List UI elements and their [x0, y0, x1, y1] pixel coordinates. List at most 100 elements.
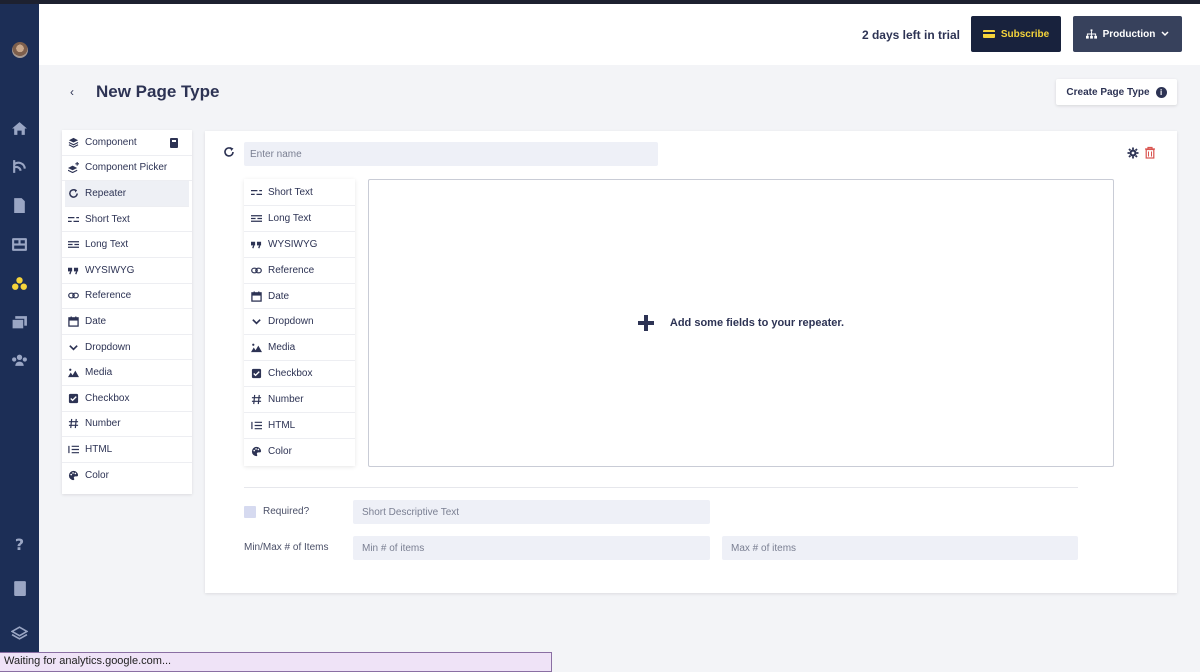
repeater-field-type-list: Short Text Long Text WYSIWYG Reference D… — [244, 179, 355, 466]
palette-icon — [68, 470, 79, 481]
repeater-name-input[interactable] — [244, 142, 658, 166]
components-panel: Component Component Picker Repeater Shor… — [62, 130, 192, 494]
component-item-label: Number — [85, 418, 121, 430]
short-text-icon — [68, 216, 79, 222]
component-item-media[interactable]: Media — [62, 360, 192, 386]
component-item-wysiwyg[interactable]: WYSIWYG — [62, 258, 192, 284]
field-type-checkbox[interactable]: Checkbox — [244, 361, 355, 388]
field-type-dropdown[interactable]: Dropdown — [244, 309, 355, 336]
layers-icon — [68, 137, 79, 148]
blog-icon[interactable] — [10, 157, 29, 176]
list-icon — [68, 445, 79, 454]
field-type-label: Media — [268, 342, 296, 354]
back-button[interactable]: ‹ — [70, 85, 74, 99]
trial-status: 2 days left in trial — [861, 28, 960, 42]
info-icon: i — [1155, 86, 1167, 98]
calendar-icon — [68, 316, 79, 327]
field-type-long-text[interactable]: Long Text — [244, 206, 355, 232]
field-type-html[interactable]: HTML — [244, 413, 355, 439]
page-icon[interactable] — [10, 196, 29, 215]
field-type-number[interactable]: Number — [244, 387, 355, 414]
component-item-reference[interactable]: Reference — [62, 284, 192, 310]
help-icon[interactable]: ? — [10, 534, 29, 553]
component-item-label: Color — [85, 470, 109, 482]
trash-icon[interactable] — [1144, 146, 1156, 159]
create-page-type-label: Create Page Type — [1066, 86, 1150, 98]
field-type-color[interactable]: Color — [244, 439, 355, 465]
subscribe-label: Subscribe — [1000, 28, 1050, 40]
stack-icon[interactable] — [10, 623, 29, 642]
component-item-label: Long Text — [85, 239, 129, 251]
component-item-short-text[interactable]: Short Text — [62, 207, 192, 233]
users-icon[interactable] — [10, 351, 29, 370]
component-item-date[interactable]: Date — [62, 309, 192, 335]
home-icon[interactable] — [10, 119, 29, 138]
repeater-drop-zone[interactable]: Add some fields to your repeater. — [368, 179, 1114, 467]
field-type-date[interactable]: Date — [244, 284, 355, 310]
component-item-dropdown[interactable]: Dropdown — [62, 335, 192, 361]
component-item-color[interactable]: Color — [62, 463, 192, 489]
chevron-down-icon — [1161, 31, 1169, 37]
component-item-label: Component — [85, 136, 137, 148]
avatar[interactable] — [12, 42, 28, 58]
component-item-label: Short Text — [85, 213, 130, 225]
component-item-label: Media — [85, 367, 113, 379]
description-input[interactable] — [353, 500, 710, 524]
repeat-icon — [69, 188, 78, 198]
image-icon — [251, 343, 262, 353]
field-type-reference[interactable]: Reference — [244, 258, 355, 284]
component-item-label: Checkbox — [85, 392, 130, 404]
component-item-html[interactable]: HTML — [62, 437, 192, 463]
component-item-label: Repeater — [85, 187, 127, 199]
layout-icon[interactable] — [10, 235, 29, 254]
page-title: New Page Type — [96, 82, 220, 101]
sidebar: ? — [0, 4, 39, 672]
docs-icon[interactable] — [10, 579, 29, 598]
sitemap-icon — [1085, 29, 1097, 39]
create-page-type-button[interactable]: Create Page Type i — [1056, 79, 1177, 105]
book-icon[interactable] — [170, 138, 178, 148]
short-text-icon — [251, 189, 262, 195]
component-item-component[interactable]: Component — [62, 130, 192, 156]
component-item-component-picker[interactable]: Component Picker — [62, 156, 192, 182]
component-item-number[interactable]: Number — [62, 412, 192, 438]
list-icon — [251, 421, 262, 430]
chevron-down-icon — [69, 344, 78, 351]
image-icon — [68, 368, 79, 378]
component-item-label: HTML — [85, 443, 113, 455]
field-type-label: HTML — [268, 419, 296, 431]
calendar-icon — [251, 290, 262, 302]
environment-dropdown[interactable]: Production — [1073, 16, 1182, 52]
components-icon[interactable] — [10, 274, 29, 293]
gear-icon[interactable] — [1127, 147, 1139, 159]
subscribe-button[interactable]: Subscribe — [971, 16, 1061, 52]
field-type-label: Short Text — [268, 186, 313, 198]
link-icon — [251, 267, 262, 273]
field-type-label: Color — [268, 446, 292, 458]
refresh-icon[interactable] — [223, 146, 235, 158]
checkbox-icon — [68, 393, 79, 403]
required-checkbox[interactable] — [244, 506, 256, 518]
field-type-label: Reference — [268, 264, 315, 276]
component-item-label: WYSIWYG — [85, 264, 135, 276]
top-header: 2 days left in trial Subscribe Productio… — [39, 4, 1200, 65]
component-item-label: Component Picker — [85, 162, 168, 174]
field-type-wysiwyg[interactable]: WYSIWYG — [244, 232, 355, 258]
checkbox-icon — [251, 369, 262, 379]
min-items-input[interactable] — [353, 536, 710, 560]
field-type-label: Long Text — [268, 212, 312, 224]
field-type-short-text[interactable]: Short Text — [244, 180, 355, 206]
max-items-input[interactable] — [722, 536, 1078, 560]
component-item-label: Dropdown — [85, 341, 131, 353]
component-item-label: Reference — [85, 290, 132, 302]
component-item-repeater[interactable]: Repeater — [65, 181, 189, 207]
component-item-long-text[interactable]: Long Text — [62, 232, 192, 258]
component-item-checkbox[interactable]: Checkbox — [62, 386, 192, 412]
media-library-icon[interactable] — [10, 313, 29, 332]
drop-zone-text: Add some fields to your repeater. — [669, 317, 845, 329]
browser-status-bar: Waiting for analytics.google.com... — [0, 652, 552, 672]
link-icon — [68, 292, 79, 299]
field-type-label: Number — [268, 394, 304, 406]
field-type-label: Checkbox — [268, 368, 313, 380]
field-type-media[interactable]: Media — [244, 335, 355, 362]
